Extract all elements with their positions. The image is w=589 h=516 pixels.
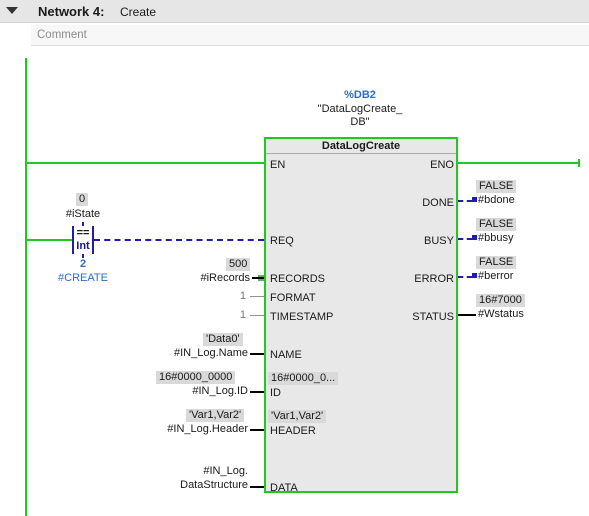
left-power-rail: [25, 58, 27, 516]
header-inner-value: 'Var1,Var2': [268, 410, 327, 423]
id-operand[interactable]: #IN_Log.ID: [130, 385, 248, 398]
error-marker: [472, 273, 477, 278]
status-value: 16#7000: [476, 294, 525, 307]
eno-wire-end: [578, 159, 580, 167]
network-comment-field[interactable]: [31, 25, 589, 46]
name-operand[interactable]: #IN_Log.Name: [130, 347, 248, 360]
records-operand[interactable]: #iRecords: [150, 272, 250, 285]
block-title[interactable]: DataLogCreate: [266, 140, 456, 152]
istate-operand[interactable]: #iState: [58, 208, 108, 221]
done-marker: [472, 197, 477, 202]
header-operand[interactable]: #IN_Log.Header: [130, 423, 248, 436]
instance-db-name-line1[interactable]: "DataLogCreate_: [300, 103, 420, 116]
busy-wire[interactable]: [458, 238, 472, 240]
busy-value: FALSE: [476, 218, 517, 231]
req-wire[interactable]: [94, 239, 264, 241]
compare-type: Int: [76, 240, 90, 252]
create-value: 2: [79, 258, 87, 270]
pin-id: ID: [270, 387, 281, 399]
status-wire[interactable]: [458, 314, 476, 316]
format-wire[interactable]: [250, 296, 264, 297]
pin-records: RECORDS: [270, 273, 326, 285]
timestamp-value[interactable]: 1: [236, 309, 246, 322]
pin-format: FORMAT: [270, 292, 316, 304]
en-wire[interactable]: [27, 162, 264, 164]
status-operand[interactable]: #Wstatus: [478, 308, 524, 321]
data-wire[interactable]: [250, 486, 264, 488]
done-operand[interactable]: #bdone: [478, 194, 515, 207]
name-wire[interactable]: [250, 353, 264, 355]
pin-name: NAME: [270, 349, 302, 361]
pin-error: ERROR: [414, 273, 454, 285]
pin-header: HEADER: [270, 425, 316, 437]
done-wire[interactable]: [458, 200, 472, 202]
pin-data: DATA: [270, 482, 298, 494]
done-value: FALSE: [476, 180, 517, 193]
collapse-triangle-icon[interactable]: [6, 7, 18, 14]
pin-status: STATUS: [412, 311, 454, 323]
network-comment-placeholder: Comment: [37, 29, 87, 41]
compare-operator: ==: [76, 227, 90, 239]
error-wire[interactable]: [458, 276, 472, 278]
busy-operand[interactable]: #bbusy: [478, 232, 513, 245]
busy-marker: [472, 235, 477, 240]
create-operand[interactable]: #CREATE: [50, 272, 116, 285]
format-value[interactable]: 1: [236, 290, 246, 303]
instance-db-number[interactable]: %DB2: [300, 89, 420, 102]
pin-eno: ENO: [430, 159, 454, 171]
header-wire[interactable]: [250, 429, 264, 431]
records-wire[interactable]: [252, 277, 264, 279]
data-operand-line2[interactable]: DataStructure: [130, 479, 248, 492]
header-value: 'Var1,Var2': [186, 409, 245, 422]
name-value: 'Data0': [203, 333, 243, 346]
error-operand[interactable]: #berror: [478, 270, 513, 283]
data-operand-line1[interactable]: #IN_Log.: [130, 465, 248, 478]
pin-busy: BUSY: [424, 235, 454, 247]
istate-value: 0: [76, 193, 89, 206]
id-wire[interactable]: [250, 391, 264, 393]
pin-req: REQ: [270, 235, 294, 247]
records-value: 500: [226, 258, 251, 271]
contact-input-wire[interactable]: [27, 239, 72, 241]
pin-done: DONE: [422, 197, 454, 209]
pin-en: EN: [270, 159, 286, 171]
network-title[interactable]: Create: [120, 5, 156, 19]
id-inner-value: 16#0000_0...: [268, 372, 339, 385]
pin-timestamp: TIMESTAMP: [270, 311, 334, 323]
id-value: 16#0000_0000: [156, 371, 236, 384]
instance-db-name-line2[interactable]: DB": [300, 116, 420, 129]
timestamp-wire[interactable]: [250, 315, 264, 316]
error-value: FALSE: [476, 256, 517, 269]
eno-wire[interactable]: [458, 162, 580, 164]
network-label: Network 4:: [38, 4, 105, 19]
